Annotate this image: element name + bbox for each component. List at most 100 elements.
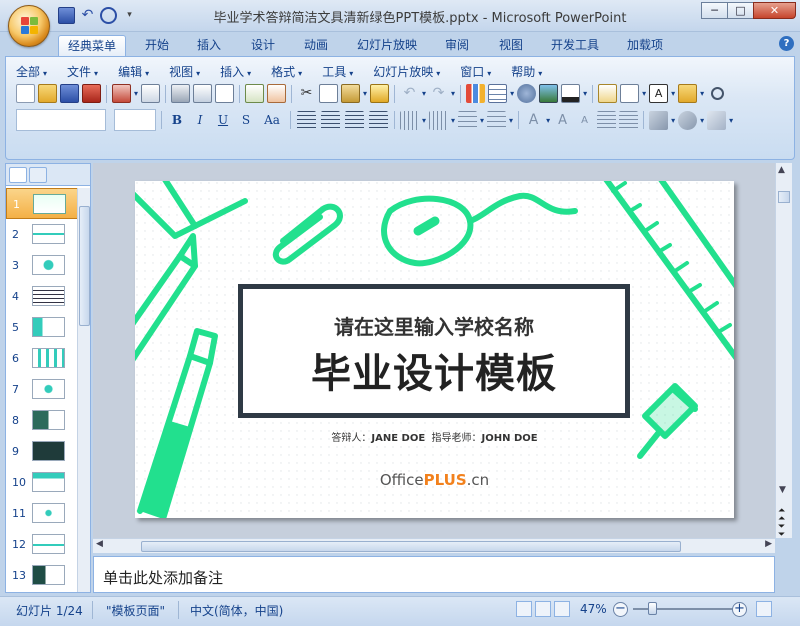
title-frame[interactable]: 请在这里输入学校名称 毕业设计模板 xyxy=(238,284,630,418)
menu-window[interactable]: 窗口 ▾ xyxy=(460,63,491,80)
redo-icon[interactable]: ↷ xyxy=(429,84,448,103)
tab-slides[interactable] xyxy=(9,167,27,183)
menu-slideshow[interactable]: 幻灯片放映 ▾ xyxy=(373,63,440,80)
fill-color-icon[interactable] xyxy=(561,84,581,103)
slide-main-title[interactable]: 毕业设计模板 xyxy=(243,341,625,399)
office-button[interactable] xyxy=(8,5,50,47)
maximize-button[interactable]: □ xyxy=(727,2,753,19)
save-icon[interactable] xyxy=(60,84,79,103)
print-icon[interactable] xyxy=(171,84,191,103)
save-as-icon[interactable] xyxy=(82,84,101,103)
justify-icon[interactable] xyxy=(369,110,388,130)
menu-view[interactable]: 视图 ▾ xyxy=(169,63,200,80)
tab-review[interactable]: 审阅 xyxy=(436,35,478,56)
slide-thumbnail-4[interactable]: 4 xyxy=(6,281,78,312)
tab-view[interactable]: 视图 xyxy=(490,35,532,56)
copy-icon[interactable] xyxy=(319,84,339,103)
research-icon[interactable] xyxy=(267,84,287,103)
tab-design[interactable]: 设计 xyxy=(242,35,284,56)
menu-file[interactable]: 文件 ▾ xyxy=(67,63,98,80)
layout-icon[interactable] xyxy=(620,84,640,103)
slide-thumbnail-2[interactable]: 2 xyxy=(6,219,78,250)
menu-help[interactable]: 帮助 ▾ xyxy=(511,63,542,80)
scroll-left-icon[interactable]: ◀ xyxy=(96,539,103,549)
menu-insert[interactable]: 插入 ▾ xyxy=(220,63,251,80)
align-center-icon[interactable] xyxy=(321,110,340,130)
zoom-slider-knob[interactable] xyxy=(648,602,657,615)
scroll-thumb[interactable] xyxy=(141,541,681,552)
tab-insert[interactable]: 插入 xyxy=(188,35,230,56)
fit-to-window-icon[interactable] xyxy=(756,601,772,617)
help-icon[interactable]: ? xyxy=(779,36,794,51)
shapes-icon[interactable] xyxy=(678,110,698,130)
scroll-right-icon[interactable]: ▶ xyxy=(765,539,772,549)
page-setup-icon[interactable] xyxy=(215,84,235,103)
line-spacing-icon[interactable] xyxy=(429,110,449,130)
insert-table-icon[interactable] xyxy=(488,84,508,103)
menu-edit[interactable]: 编辑 ▾ xyxy=(118,63,149,80)
scroll-down-icon[interactable]: ▼ xyxy=(779,485,786,495)
insert-chart-icon[interactable] xyxy=(466,84,486,103)
slide-thumbnail-7[interactable]: 7 xyxy=(6,374,78,405)
thumbnail-scrollbar[interactable] xyxy=(77,188,90,592)
change-case-button[interactable]: Aa xyxy=(259,111,285,130)
decrease-indent-icon[interactable] xyxy=(597,110,617,130)
close-button[interactable]: ✕ xyxy=(753,2,796,19)
slide-horizontal-scrollbar[interactable]: ◀ ▶ xyxy=(93,538,775,553)
new-slide-icon[interactable] xyxy=(598,84,618,103)
zoom-out-button[interactable]: − xyxy=(613,602,628,617)
slide-thumbnail-5[interactable]: 5 xyxy=(6,312,78,343)
new-document-icon[interactable] xyxy=(16,84,35,103)
tab-developer[interactable]: 开发工具 xyxy=(544,35,606,56)
menu-all[interactable]: 全部 ▾ xyxy=(16,63,47,80)
increase-indent-icon[interactable] xyxy=(619,110,639,130)
font-size-combo[interactable] xyxy=(114,109,156,131)
search-icon[interactable] xyxy=(711,87,725,100)
italic-button[interactable]: I xyxy=(190,111,210,130)
bold-button[interactable]: B xyxy=(167,111,187,130)
slide-thumbnail-11[interactable]: 11 xyxy=(6,498,78,529)
print-preview-icon[interactable] xyxy=(193,84,213,103)
clip-art-icon[interactable] xyxy=(517,84,537,103)
zoom-level[interactable]: 47% xyxy=(580,602,607,616)
shrink-font-icon[interactable]: A xyxy=(575,111,594,130)
folder-icon[interactable] xyxy=(678,84,698,103)
text-box-icon[interactable]: A xyxy=(649,84,669,103)
font-name-combo[interactable] xyxy=(16,109,106,131)
spelling-icon[interactable] xyxy=(245,84,265,103)
underline-button[interactable]: U xyxy=(213,111,233,130)
scroll-thumb[interactable] xyxy=(778,191,790,203)
scroll-up-icon[interactable]: ▲ xyxy=(778,165,785,175)
menu-format[interactable]: 格式 ▾ xyxy=(271,63,302,80)
presenter-info[interactable]: 答辩人：JANE DOE 指导老师：JOHN DOE xyxy=(135,429,734,444)
slide[interactable]: 请在这里输入学校名称 毕业设计模板 答辩人：JANE DOE 指导老师：JOHN… xyxy=(135,181,734,518)
cut-icon[interactable]: ✂ xyxy=(297,84,316,103)
slide-thumbnail-3[interactable]: 3 xyxy=(6,250,78,281)
text-direction-icon[interactable] xyxy=(400,110,419,130)
paste-icon[interactable] xyxy=(341,84,361,103)
tab-outline[interactable] xyxy=(29,167,47,183)
zoom-in-button[interactable]: + xyxy=(732,602,747,617)
format-painter-icon[interactable] xyxy=(370,84,390,103)
scroll-thumb[interactable] xyxy=(79,206,90,326)
tab-classic-menu[interactable]: 经典菜单 xyxy=(58,35,126,56)
grow-font-icon[interactable]: A xyxy=(553,111,572,130)
shadow-button[interactable]: S xyxy=(236,111,256,130)
slide-thumbnail-13[interactable]: 13 xyxy=(6,560,78,591)
minimize-button[interactable]: ─ xyxy=(701,2,727,19)
slide-thumbnail-6[interactable]: 6 xyxy=(6,343,78,374)
school-name-subtitle[interactable]: 请在这里输入学校名称 xyxy=(243,311,625,340)
menu-tools[interactable]: 工具 ▾ xyxy=(322,63,353,80)
tab-animation[interactable]: 动画 xyxy=(295,35,337,56)
next-slide-icon[interactable]: ⏷ ⏷ xyxy=(778,523,785,540)
bullets-icon[interactable] xyxy=(487,110,507,130)
email-icon[interactable] xyxy=(141,84,161,103)
tab-slideshow[interactable]: 幻灯片放映 xyxy=(350,35,424,56)
slide-thumbnail-1[interactable]: 1 xyxy=(6,188,78,219)
insert-picture-icon[interactable] xyxy=(539,84,559,103)
previous-slide-icon[interactable]: ⏶ ⏶ xyxy=(778,507,785,524)
slide-thumbnail-9[interactable]: 9 xyxy=(6,436,78,467)
numbering-icon[interactable] xyxy=(458,110,478,130)
tab-home[interactable]: 开始 xyxy=(136,35,178,56)
slide-vertical-scrollbar[interactable]: ▲ ▼ ⏶ ⏶ ⏷ ⏷ xyxy=(775,163,792,540)
